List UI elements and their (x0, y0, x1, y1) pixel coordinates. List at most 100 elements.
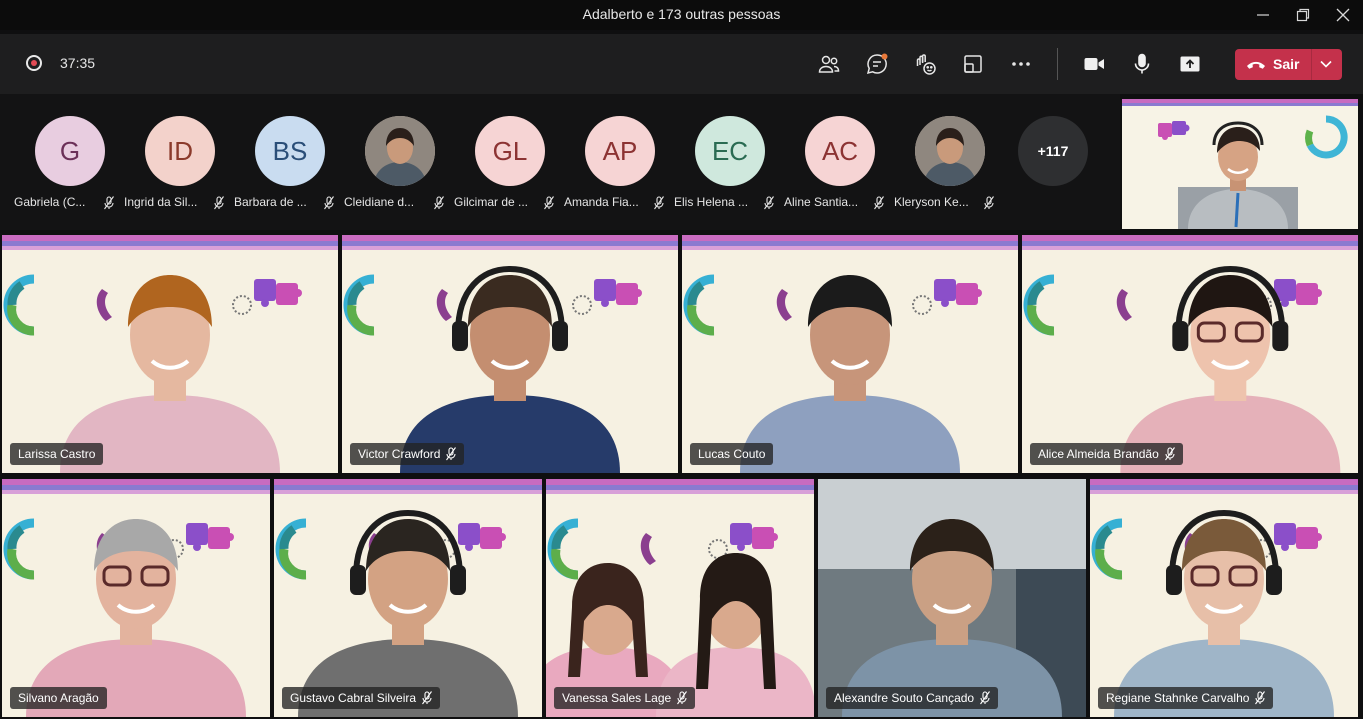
participant-video-tile[interactable]: Gustavo Cabral Silveira (274, 479, 542, 717)
video-feed (818, 479, 1086, 717)
maximize-icon[interactable] (1283, 0, 1323, 30)
avatar-initials: GL (475, 116, 545, 186)
mic-muted-icon (544, 196, 554, 210)
participant-name: Kleryson Ke... (894, 195, 969, 209)
name-tag: Lucas Couto (690, 443, 774, 465)
title-bar: Adalberto e 173 outras pessoas (0, 0, 1363, 30)
chat-icon[interactable] (863, 50, 891, 78)
mic-muted-icon (654, 196, 664, 210)
meeting-timer: 37:35 (60, 55, 96, 71)
avatar-initials: G (35, 116, 105, 186)
participant-video-tile[interactable]: Alexandre Souto Cançado (818, 479, 1086, 717)
participant-video-tile[interactable]: Vanessa Sales Lage (546, 479, 814, 717)
participant-name: Gilcimar de ... (454, 195, 529, 209)
participant-name: Gabriela (C... (14, 195, 86, 209)
participant-video-tile[interactable]: Victor Crawford (342, 235, 678, 473)
roster-participant[interactable]: AP Amanda Fia... (558, 116, 668, 226)
avatar-initials: BS (255, 116, 325, 186)
participant-name: Gustavo Cabral Silveira (290, 691, 417, 705)
recording-icon (26, 55, 42, 71)
leave-button[interactable]: Sair (1235, 49, 1342, 80)
avatar-initials: EC (695, 116, 765, 186)
participant-video-tile[interactable]: Alice Almeida Brandão (1022, 235, 1358, 473)
name-tag: Victor Crawford (350, 443, 465, 465)
video-feed (342, 235, 678, 473)
video-feed (2, 479, 270, 717)
window-title: Adalberto e 173 outras pessoas (582, 6, 781, 22)
leave-divider (1311, 49, 1312, 80)
roster-participant[interactable]: GL Gilcimar de ... (448, 116, 558, 226)
participant-video-tile[interactable]: Lucas Couto (682, 235, 1018, 473)
video-feed (546, 479, 814, 717)
mic-muted-icon (764, 196, 774, 210)
mic-muted-icon (677, 691, 688, 705)
mic-muted-icon (984, 196, 994, 210)
avatar-initials: AP (585, 116, 655, 186)
rooms-icon[interactable] (959, 50, 987, 78)
close-icon[interactable] (1323, 0, 1363, 30)
mic-muted-icon (1164, 447, 1175, 461)
name-tag: Alice Almeida Brandão (1030, 443, 1183, 465)
avatar-photo (365, 116, 435, 186)
participant-video-tile[interactable]: Regiane Stahnke Carvalho (1090, 479, 1358, 717)
participant-name: Elis Helena ... (674, 195, 749, 209)
participant-name: Regiane Stahnke Carvalho (1106, 691, 1250, 705)
name-tag: Larissa Castro (10, 443, 104, 465)
participant-name: Lucas Couto (698, 447, 766, 461)
name-tag: Regiane Stahnke Carvalho (1098, 687, 1274, 709)
meeting-toolbar: 37:35 Sair (0, 34, 1363, 94)
participant-video-tile[interactable]: Silvano Aragão (2, 479, 270, 717)
mic-muted-icon (446, 447, 457, 461)
more-actions-icon[interactable] (1007, 50, 1035, 78)
chevron-down-icon[interactable] (1319, 59, 1333, 69)
video-feed (1022, 235, 1358, 473)
mic-muted-icon (422, 691, 433, 705)
video-feed (1090, 479, 1358, 717)
more-participants-button[interactable]: +117 (1018, 116, 1088, 186)
mic-muted-icon (324, 196, 334, 210)
roster-participant[interactable]: BS Barbara de ... (228, 116, 338, 226)
mic-muted-icon (214, 196, 224, 210)
toolbar-divider (1057, 48, 1058, 80)
roster-participant[interactable]: ID Ingrid da Sil... (118, 116, 228, 226)
camera-icon[interactable] (1080, 50, 1108, 78)
avatar-photo (915, 116, 985, 186)
participant-name: Ingrid da Sil... (124, 195, 198, 209)
mic-muted-icon (874, 196, 884, 210)
roster-participant[interactable]: EC Elis Helena ... (668, 116, 778, 226)
name-tag: Alexandre Souto Cançado (826, 687, 999, 709)
participant-name: Barbara de ... (234, 195, 307, 209)
minimize-icon[interactable] (1243, 0, 1283, 30)
mic-muted-icon (980, 691, 991, 705)
name-tag: Gustavo Cabral Silveira (282, 687, 441, 709)
participant-name: Silvano Aragão (18, 691, 99, 705)
mic-muted-icon (1255, 691, 1266, 705)
hangup-icon (1245, 57, 1267, 71)
mic-icon[interactable] (1128, 50, 1156, 78)
participant-name: Aline Santia... (784, 195, 859, 209)
avatar-initials: ID (145, 116, 215, 186)
participants-icon[interactable] (815, 50, 843, 78)
share-icon[interactable] (1176, 50, 1204, 78)
roster-participant[interactable]: G Gabriela (C... (8, 116, 118, 226)
roster-participant[interactable]: Kleryson Ke... (888, 116, 998, 226)
participant-name: Victor Crawford (358, 447, 441, 461)
participant-name: Cleidiane d... (344, 195, 415, 209)
video-feed (2, 235, 338, 473)
participant-roster: G Gabriela (C... ID Ingrid da Sil... BS Barba… (0, 94, 1120, 230)
video-feed (682, 235, 1018, 473)
participant-name: Larissa Castro (18, 447, 96, 461)
participant-name: Amanda Fia... (564, 195, 639, 209)
reactions-icon[interactable] (911, 50, 939, 78)
mic-muted-icon (434, 196, 444, 210)
mic-muted-icon (104, 196, 114, 210)
participant-video-tile[interactable]: Larissa Castro (2, 235, 338, 473)
participant-name: Vanessa Sales Lage (562, 691, 672, 705)
name-tag: Vanessa Sales Lage (554, 687, 696, 709)
roster-participant[interactable]: AC Aline Santia... (778, 116, 888, 226)
leave-label: Sair (1273, 56, 1300, 72)
roster-participant[interactable]: Cleidiane d... (338, 116, 448, 226)
self-view (1122, 99, 1358, 229)
participant-name: Alice Almeida Brandão (1038, 447, 1159, 461)
avatar-initials: AC (805, 116, 875, 186)
